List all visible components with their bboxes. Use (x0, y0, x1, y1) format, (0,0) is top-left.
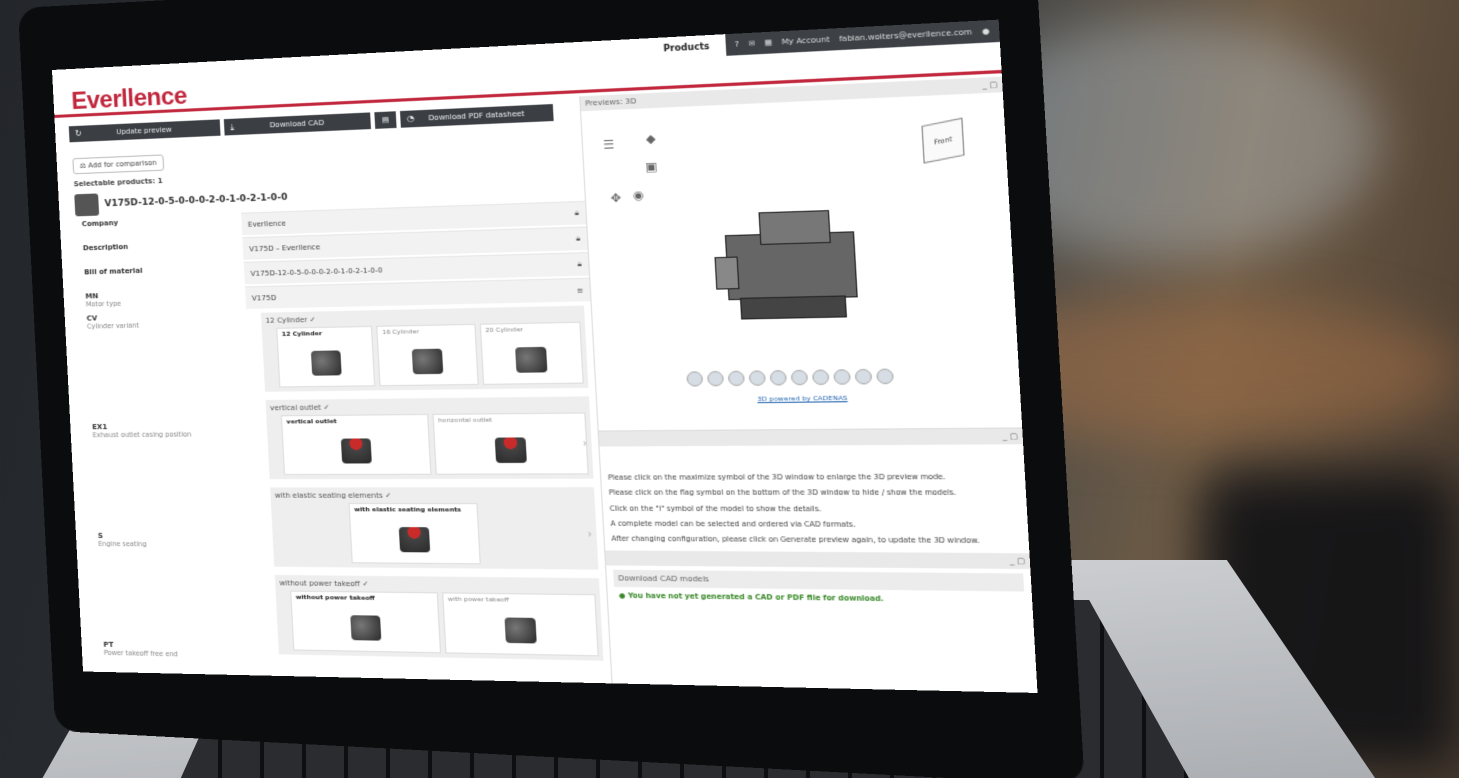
group-title: vertical outlet ✓ (269, 403, 330, 413)
cube-view-icon[interactable]: ◆ (646, 132, 656, 146)
label-ex-text: Exhaust outlet casing position (92, 430, 192, 440)
file-options-button[interactable]: ▤ (374, 111, 397, 129)
box-icon[interactable] (727, 370, 745, 387)
attribute-labels: Company Description Bill of material MN … (82, 215, 257, 666)
label-company: Company (81, 218, 119, 229)
flag-icon[interactable] (686, 371, 704, 387)
pdf-icon: ◔ (406, 113, 415, 124)
group-title: without power takeoff ✓ (279, 579, 369, 589)
label-s-text: Engine seating (98, 539, 147, 549)
engine-thumbnail (310, 350, 342, 376)
lock-icon[interactable]: 🔒︎ (574, 209, 579, 219)
option-card[interactable]: with power takeoff (442, 592, 599, 657)
option-card[interactable]: with elastic seating elements (348, 502, 481, 565)
list-icon[interactable]: ≡ (576, 286, 583, 295)
help-icon[interactable]: ? (735, 40, 740, 49)
engine-thumbnail (398, 527, 431, 553)
move-icon[interactable]: ✥ (610, 191, 621, 205)
view-cube[interactable]: Front (921, 117, 965, 164)
cadenas-link[interactable]: 3D powered by CADENAS (757, 395, 848, 404)
option-group-outlet: vertical outlet ✓ vertical outlet horizo… (265, 396, 594, 480)
flag-icon[interactable]: ▦ (764, 38, 772, 47)
option-card[interactable]: 20 Cylinder (479, 321, 584, 385)
chevron-right-icon[interactable]: › (587, 528, 592, 540)
option-card[interactable]: 12 Cylinder (276, 325, 376, 388)
label-description: Description (82, 242, 129, 253)
option-card[interactable]: 16 Cylinder (376, 323, 479, 387)
lock-icon[interactable]: 🔒︎ (577, 260, 582, 270)
add-comparison-button[interactable]: ⚖ Add for comparison (72, 154, 165, 175)
option-group-seating: with elastic seating elements ✓ with ela… (270, 487, 599, 570)
user-email[interactable]: fabian.wolters@everllence.com (839, 28, 972, 44)
box-icon[interactable] (790, 369, 809, 386)
box-icon[interactable] (854, 368, 873, 385)
download-pdf-button[interactable]: ◔ Download PDF datasheet (399, 104, 554, 128)
preview-title: Previews: 3D (584, 96, 637, 108)
avatar[interactable]: ● (982, 27, 990, 36)
viewer-toolbar (686, 368, 894, 387)
download-icon: ⤓ (230, 121, 235, 132)
update-preview-button[interactable]: ↻ Update preview (68, 119, 221, 143)
group-title: with elastic seating elements ✓ (274, 491, 392, 500)
configurator-panel: ↻ Update preview ⤓ Download CAD ▤ ◔ Downloa… (55, 96, 612, 683)
download-header: _ ▢ (605, 550, 1031, 570)
engine-thumbnail (494, 437, 527, 463)
engine-3d-model[interactable] (711, 198, 871, 333)
configuration-tree: Everllence 🔒︎ V175D – Everllence 🔒︎ V175D-… (241, 200, 611, 670)
engine-thumbnail (503, 617, 537, 644)
box-icon[interactable] (769, 370, 787, 386)
product-thumbnail (74, 193, 100, 217)
vr-icon[interactable]: ◉ (633, 188, 645, 202)
label-bom: Bill of material (84, 266, 143, 277)
option-group-pto: without power takeoff ✓ without power ta… (274, 574, 604, 661)
product-name: V175D-12-0-5-0-0-0-2-0-1-0-2-1-0-0 (104, 192, 288, 210)
option-card[interactable]: horizontal outlet (432, 412, 589, 475)
menu-icon[interactable]: ☰ (603, 138, 615, 152)
engine-thumbnail (515, 346, 548, 373)
option-card[interactable]: without power takeoff (290, 590, 442, 654)
label-pt-text: Power takeoff free end (103, 648, 178, 659)
my-account-link[interactable]: My Account (781, 35, 829, 46)
chevron-right-icon[interactable]: › (582, 438, 587, 450)
window-controls[interactable]: _ ▢ (1009, 557, 1025, 566)
preview-panel: Previews: 3D _ ▢ ☰ ◆ ▣ ✥ ◉ Front 3D powe… (579, 76, 1038, 693)
box-icon[interactable] (833, 369, 851, 385)
window-controls[interactable]: _ ▢ (1002, 432, 1018, 441)
instructions: Please click on the maximize symbol of t… (607, 472, 980, 546)
3d-viewer[interactable]: ☰ ◆ ▣ ✥ ◉ Front 3D powered by CADENAS (581, 92, 1023, 432)
box-icon[interactable] (811, 369, 830, 386)
products-link[interactable]: Products (654, 41, 719, 54)
download-cad-button[interactable]: ⤓ Download CAD (223, 112, 371, 136)
app-screen: Products ? ✉ ▦ My Account fabian.wolters… (52, 19, 1038, 693)
check-icon: ● (618, 591, 629, 601)
option-card[interactable]: vertical outlet (280, 413, 432, 476)
brand-logo: Everllence (70, 81, 188, 115)
download-status: ● You have not yet generated a CAD or PD… (618, 591, 884, 604)
lock-icon[interactable]: 🔒︎ (576, 234, 581, 244)
file-icon: ▤ (381, 115, 390, 125)
window-controls[interactable]: _ ▢ (982, 80, 998, 90)
box-icon[interactable] (706, 370, 724, 387)
mail-icon[interactable]: ✉ (748, 39, 755, 48)
engine-thumbnail (340, 438, 372, 464)
layers-icon[interactable]: ▣ (645, 160, 658, 174)
option-group-cylinder: 12 Cylinder ✓ 12 Cylinder 16 Cylinder 20… (260, 305, 589, 392)
refresh-icon: ↻ (74, 128, 82, 139)
box-icon[interactable] (748, 370, 766, 386)
settings-icon[interactable] (876, 368, 894, 385)
engine-thumbnail (411, 348, 444, 375)
engine-thumbnail (349, 615, 381, 641)
